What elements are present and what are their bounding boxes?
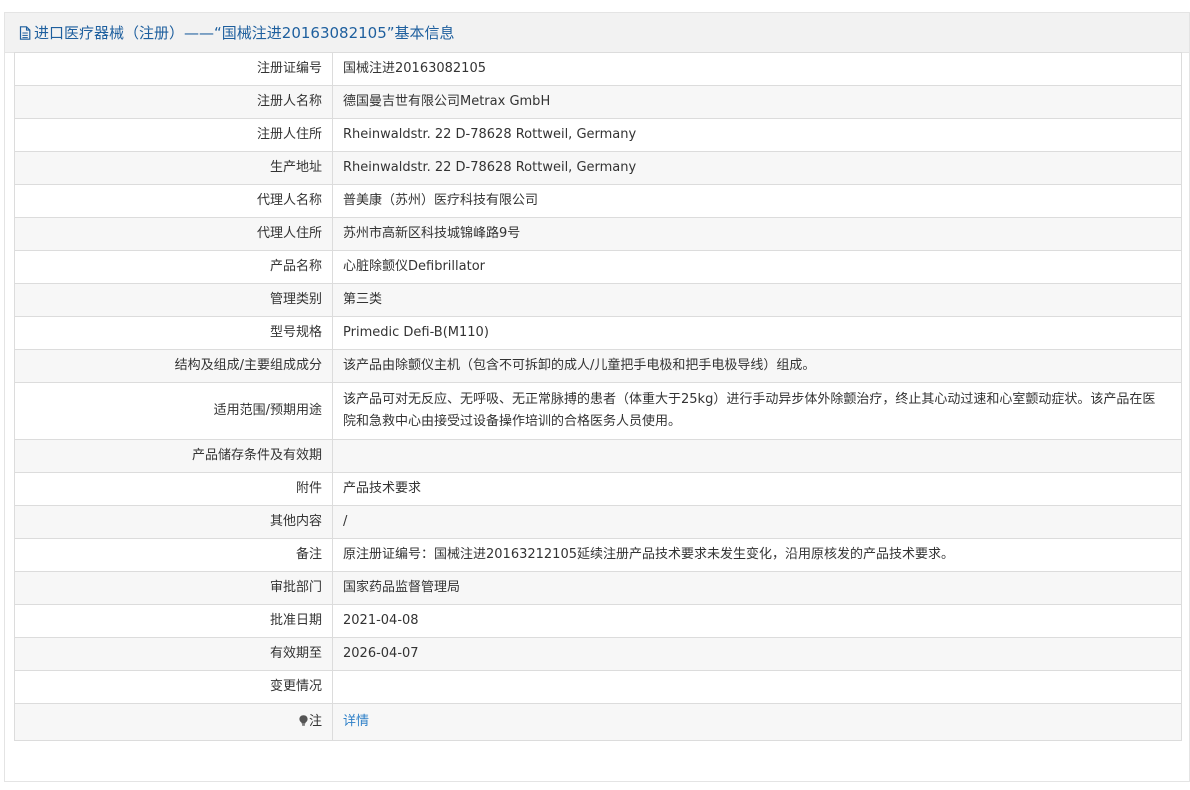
row-label: 注册证编号 xyxy=(14,52,333,86)
table-row-intended-use: 适用范围/预期用途 该产品可对无反应、无呼吸、无正常脉搏的患者（体重大于25kg… xyxy=(14,382,1182,440)
row-label: 审批部门 xyxy=(14,571,333,605)
table-row-agent-name: 代理人名称 普美康（苏州）医疗科技有限公司 xyxy=(14,184,1182,218)
row-label: 其他内容 xyxy=(14,505,333,539)
table-row-other-content: 其他内容 / xyxy=(14,505,1182,539)
table-row-structure-composition: 结构及组成/主要组成成分 该产品由除颤仪主机（包含不可拆卸的成人/儿童把手电极和… xyxy=(14,349,1182,383)
table-row-storage-validity: 产品储存条件及有效期 xyxy=(14,439,1182,473)
row-value: 该产品由除颤仪主机（包含不可拆卸的成人/儿童把手电极和把手电极导线）组成。 xyxy=(332,349,1182,383)
table-row-valid-until: 有效期至 2026-04-07 xyxy=(14,637,1182,671)
row-value: / xyxy=(332,505,1182,539)
row-label: 适用范围/预期用途 xyxy=(14,382,333,440)
row-value: 原注册证编号：国械注进20163212105延续注册产品技术要求未发生变化，沿用… xyxy=(332,538,1182,572)
table-row-model-spec: 型号规格 Primedic Defi-B(M110) xyxy=(14,316,1182,350)
row-label: 型号规格 xyxy=(14,316,333,350)
row-value: 国家药品监督管理局 xyxy=(332,571,1182,605)
panel-header: 进口医疗器械（注册）——“国械注进20163082105”基本信息 xyxy=(5,13,1189,53)
row-label: 备注 xyxy=(14,538,333,572)
row-value: 该产品可对无反应、无呼吸、无正常脉搏的患者（体重大于25kg）进行手动异步体外除… xyxy=(332,382,1182,440)
table-row-change-status: 变更情况 xyxy=(14,670,1182,704)
row-label: 有效期至 xyxy=(14,637,333,671)
table-row-approval-date: 批准日期 2021-04-08 xyxy=(14,604,1182,638)
table-row-attachment: 附件 产品技术要求 xyxy=(14,472,1182,506)
row-value: 普美康（苏州）医疗科技有限公司 xyxy=(332,184,1182,218)
row-label: 产品名称 xyxy=(14,250,333,284)
row-value: Rheinwaldstr. 22 D-78628 Rottweil, Germa… xyxy=(332,118,1182,152)
row-value: 产品技术要求 xyxy=(332,472,1182,506)
table-row-agent-address: 代理人住所 苏州市高新区科技城锦峰路9号 xyxy=(14,217,1182,251)
row-value: 2021-04-08 xyxy=(332,604,1182,638)
row-value: 国械注进20163082105 xyxy=(332,52,1182,86)
row-label: 生产地址 xyxy=(14,151,333,185)
table-row-product-name: 产品名称 心脏除颤仪Defibrillator xyxy=(14,250,1182,284)
lightbulb-icon xyxy=(299,715,308,726)
row-label-note: 注 xyxy=(14,703,333,741)
table-row-approval-department: 审批部门 国家药品监督管理局 xyxy=(14,571,1182,605)
row-value xyxy=(332,670,1182,704)
row-label: 产品储存条件及有效期 xyxy=(14,439,333,473)
row-value: Rheinwaldstr. 22 D-78628 Rottweil, Germa… xyxy=(332,151,1182,185)
table-row-production-address: 生产地址 Rheinwaldstr. 22 D-78628 Rottweil, … xyxy=(14,151,1182,185)
row-label: 结构及组成/主要组成成分 xyxy=(14,349,333,383)
row-label: 代理人名称 xyxy=(14,184,333,218)
row-value: 2026-04-07 xyxy=(332,637,1182,671)
table-row-registrant-name: 注册人名称 德国曼吉世有限公司Metrax GmbH xyxy=(14,85,1182,119)
row-value: 苏州市高新区科技城锦峰路9号 xyxy=(332,217,1182,251)
row-label: 代理人住所 xyxy=(14,217,333,251)
row-label: 附件 xyxy=(14,472,333,506)
table-row-registrant-address: 注册人住所 Rheinwaldstr. 22 D-78628 Rottweil,… xyxy=(14,118,1182,152)
row-value-note: 详情 xyxy=(332,703,1182,741)
row-value: 第三类 xyxy=(332,283,1182,317)
row-label: 注册人住所 xyxy=(14,118,333,152)
row-label: 注册人名称 xyxy=(14,85,333,119)
row-label: 变更情况 xyxy=(14,670,333,704)
table-row-remarks: 备注 原注册证编号：国械注进20163212105延续注册产品技术要求未发生变化… xyxy=(14,538,1182,572)
row-value xyxy=(332,439,1182,473)
info-table: 注册证编号 国械注进20163082105 注册人名称 德国曼吉世有限公司Met… xyxy=(14,52,1182,741)
row-value: 德国曼吉世有限公司Metrax GmbH xyxy=(332,85,1182,119)
note-label-text: 注 xyxy=(308,714,322,729)
row-label: 批准日期 xyxy=(14,604,333,638)
row-value: Primedic Defi-B(M110) xyxy=(332,316,1182,350)
details-link[interactable]: 详情 xyxy=(343,714,369,729)
page-title: 进口医疗器械（注册）——“国械注进20163082105”基本信息 xyxy=(19,22,455,43)
table-row-note: 注 详情 xyxy=(14,703,1182,741)
row-label: 管理类别 xyxy=(14,283,333,317)
row-value: 心脏除颤仪Defibrillator xyxy=(332,250,1182,284)
table-row-management-category: 管理类别 第三类 xyxy=(14,283,1182,317)
document-icon xyxy=(19,25,31,40)
page-title-text: 进口医疗器械（注册）——“国械注进20163082105”基本信息 xyxy=(34,24,455,42)
table-row-registration-number: 注册证编号 国械注进20163082105 xyxy=(14,52,1182,86)
